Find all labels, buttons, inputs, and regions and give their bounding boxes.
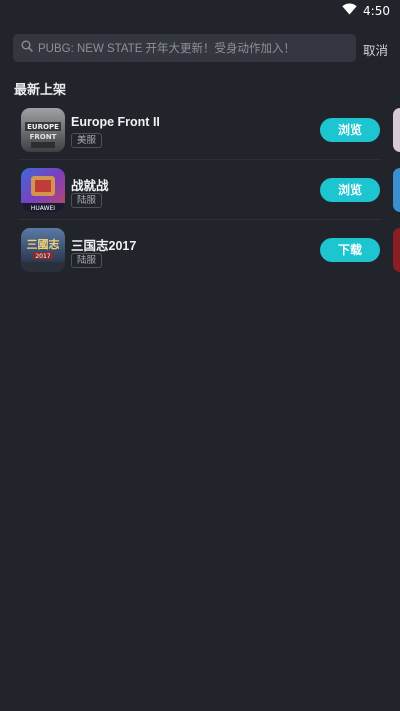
svg-text:HUAWEI: HUAWEI xyxy=(31,205,55,212)
cancel-button[interactable]: 取消 xyxy=(363,40,388,59)
download-button[interactable]: 下载 xyxy=(320,238,380,262)
svg-text:三國志: 三國志 xyxy=(27,237,60,251)
status-right: 4:50 xyxy=(342,3,390,18)
app-icon-sanguozhi: 三國志 2017 xyxy=(21,228,65,272)
app-icon-zhanjiuzhan: HUAWEI xyxy=(21,168,65,212)
search-row: PUBG: NEW STATE 开年大更新！受身动作加入！ 取消 xyxy=(13,34,390,62)
app-list: EUROPE FRONT Europe Front II 美服 浏览 HUAWE… xyxy=(18,100,382,280)
status-bar: 4:50 xyxy=(0,0,400,24)
app-icon-europe-front: EUROPE FRONT xyxy=(21,108,65,152)
svg-text:FRONT: FRONT xyxy=(30,133,57,141)
browse-button[interactable]: 浏览 xyxy=(320,178,380,202)
svg-text:2017: 2017 xyxy=(35,253,50,260)
search-placeholder: PUBG: NEW STATE 开年大更新！受身动作加入！ xyxy=(38,43,296,55)
app-name: Europe Front II xyxy=(71,115,160,129)
search-icon xyxy=(21,39,33,57)
list-item[interactable]: HUAWEI 战就战 陆服 浏览 xyxy=(18,160,382,220)
next-page-peek-1 xyxy=(393,108,400,152)
wifi-icon xyxy=(342,3,357,18)
app-name: 战就战 xyxy=(71,179,109,193)
list-item[interactable]: 三國志 2017 三国志2017 陆服 下载 xyxy=(18,220,382,280)
region-tag: 美服 xyxy=(71,133,103,148)
svg-text:EUROPE: EUROPE xyxy=(27,123,59,131)
region-tag: 陆服 xyxy=(71,193,103,208)
browse-button[interactable]: 浏览 xyxy=(320,118,380,142)
next-page-peek-3 xyxy=(393,228,400,272)
list-item[interactable]: EUROPE FRONT Europe Front II 美服 浏览 xyxy=(18,100,382,160)
status-time: 4:50 xyxy=(363,3,390,18)
search-input[interactable]: PUBG: NEW STATE 开年大更新！受身动作加入！ xyxy=(13,34,356,62)
app-name: 三国志2017 xyxy=(71,239,137,253)
section-title: 最新上架 xyxy=(14,82,67,97)
region-tag: 陆服 xyxy=(71,253,103,268)
next-page-peek-2 xyxy=(393,168,400,212)
